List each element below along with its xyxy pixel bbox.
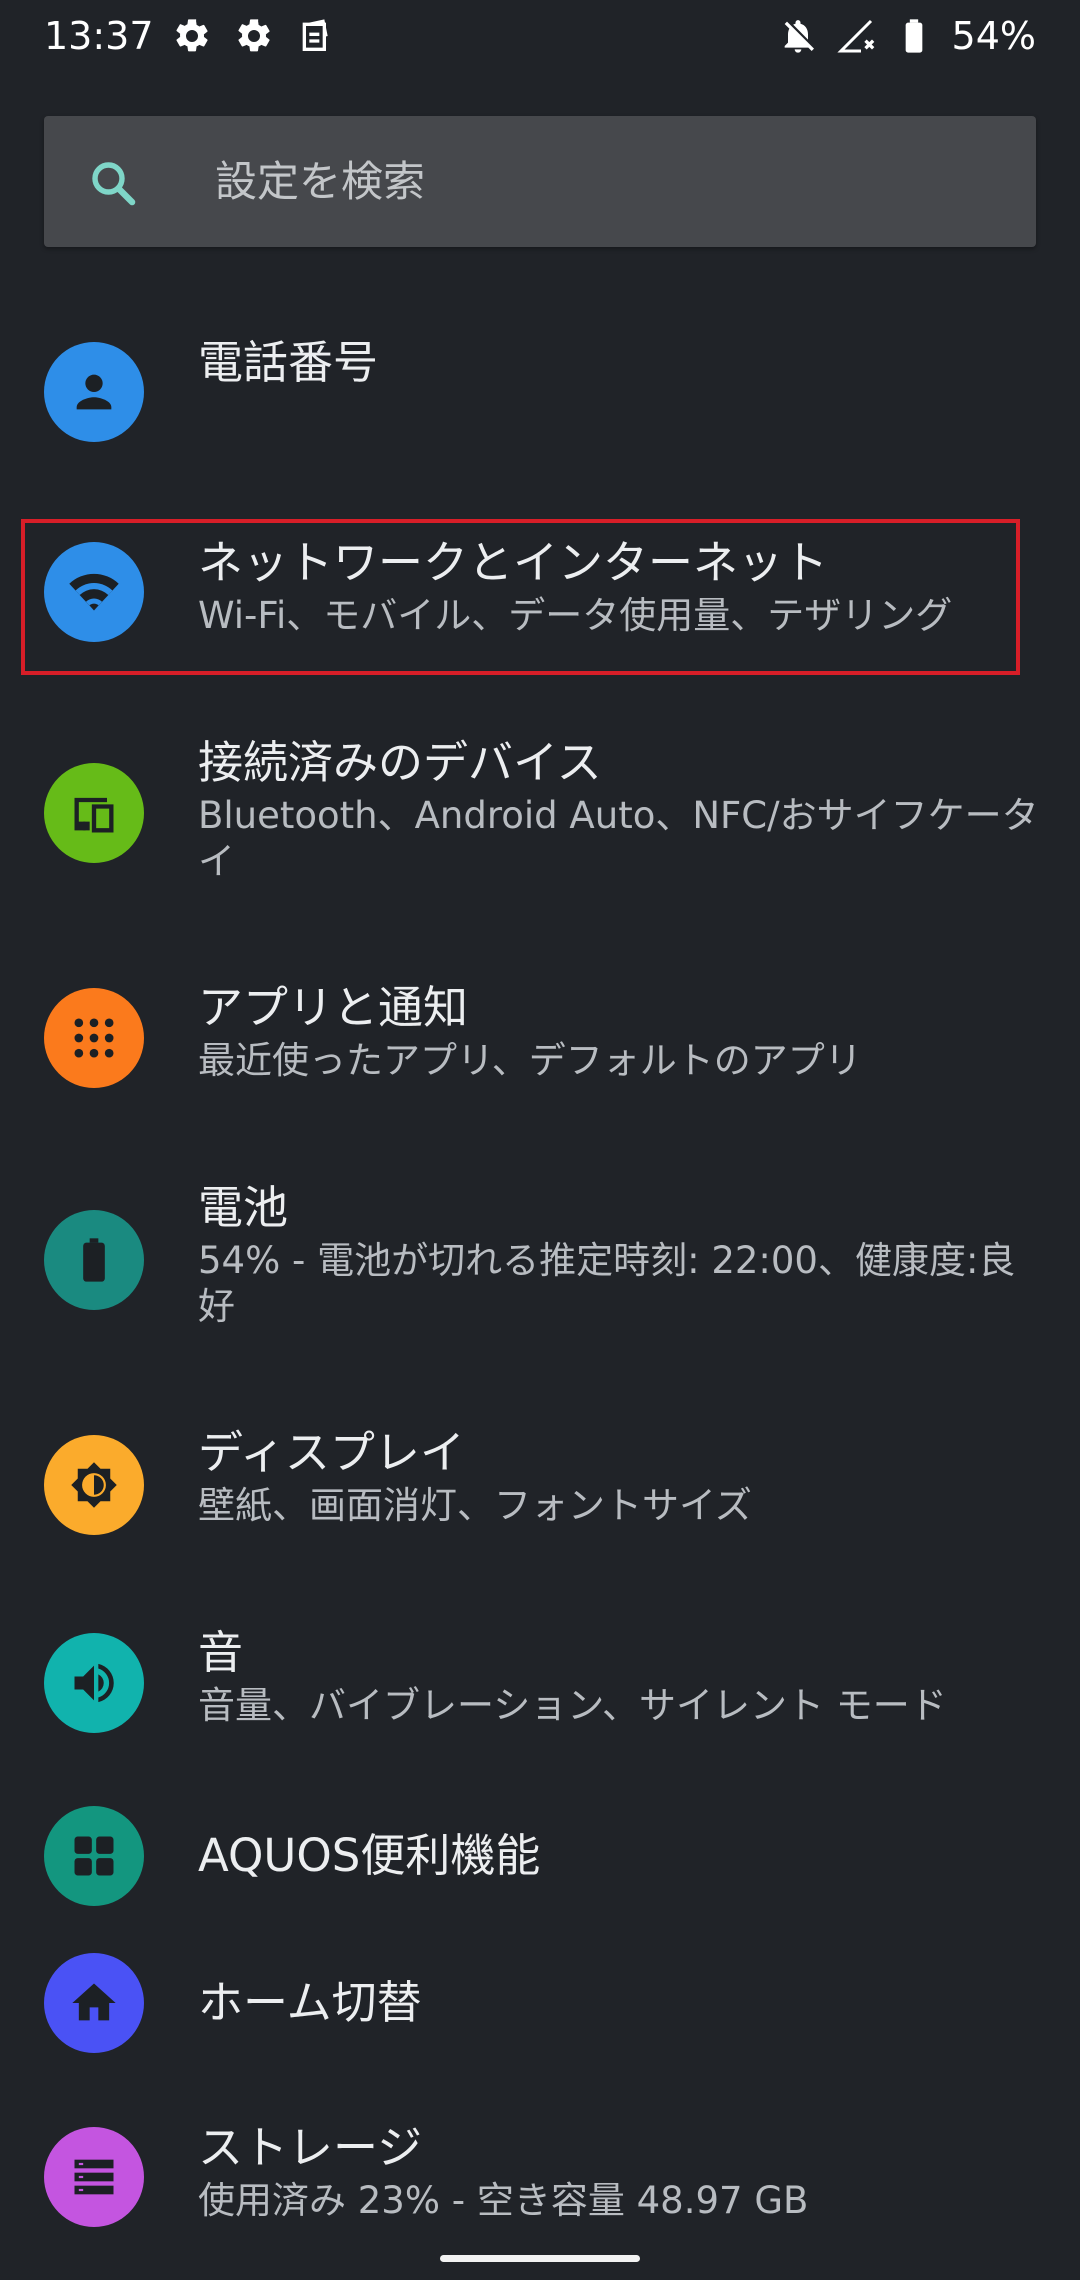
home-icon	[72, 1983, 116, 2021]
settings-item-subtitle: 最近使ったアプリ、デフォルトのアプリ	[198, 1039, 862, 1082]
battery-percent: 54%	[951, 14, 1036, 58]
signal-off-icon	[836, 19, 874, 53]
clipboard-icon	[302, 19, 328, 51]
volume-icon	[74, 1663, 114, 1703]
settings-item-title: AQUOS便利機能	[198, 1829, 541, 1882]
settings-item-battery[interactable]: 電池 54% - 電池が切れる推定時刻: 22:00、健康度:良好	[0, 1180, 1080, 1340]
apps-icon-circle	[44, 988, 144, 1088]
settings-item-title: 電池	[198, 1181, 289, 1234]
battery-icon	[83, 1238, 105, 1282]
connected-devices-icon-circle	[44, 763, 144, 863]
settings-item-subtitle: Bluetooth、Android Auto、NFC/おサイフケータイ	[198, 794, 1039, 883]
battery-icon	[905, 19, 922, 53]
settings-item-home-switch[interactable]: ホーム切替	[0, 1950, 1080, 2070]
settings-item-subtitle: 54% - 電池が切れる推定時刻: 22:00、健康度:良好	[198, 1239, 1016, 1328]
storage-icon-circle	[44, 2127, 144, 2227]
highlight-box	[21, 519, 1020, 675]
settings-item-aquos-features[interactable]: AQUOS便利機能	[0, 1800, 1080, 1920]
devices-icon	[74, 797, 114, 833]
apps-grid-icon	[74, 1018, 114, 1058]
settings-item-storage[interactable]: ストレージ 使用済み 23% - 空き容量 48.97 GB	[0, 2120, 1080, 2250]
battery-icon-circle	[44, 1210, 144, 1310]
status-bar: 13:37 54%	[0, 0, 1080, 72]
person-icon	[76, 374, 112, 410]
settings-item-apps-notifications[interactable]: アプリと通知 最近使ったアプリ、デフォルトのアプリ	[0, 980, 1080, 1110]
tiles-icon	[74, 1836, 114, 1876]
settings-item-subtitle: 壁紙、画面消灯、フォントサイズ	[198, 1484, 752, 1527]
settings-item-phone-number[interactable]: 電話番号	[0, 330, 1080, 490]
bell-off-icon	[784, 20, 814, 53]
status-notification-icons	[172, 16, 336, 56]
home-icon-circle	[44, 1953, 144, 2053]
gear-icon	[176, 19, 208, 52]
settings-item-title: 電話番号	[198, 336, 379, 389]
settings-item-subtitle: 音量、バイブレーション、サイレント モード	[198, 1684, 947, 1727]
status-system-icons: 54%	[778, 12, 1036, 60]
settings-item-sound[interactable]: 音 音量、バイブレーション、サイレント モード	[0, 1625, 1080, 1755]
brightness-icon	[71, 1462, 117, 1508]
phone-number-icon-circle	[44, 342, 144, 442]
settings-item-title: 接続済みのデバイス	[198, 736, 602, 789]
settings-item-title: ストレージ	[198, 2121, 423, 2174]
search-bar[interactable]	[44, 116, 1036, 247]
settings-item-title: ホーム切替	[198, 1976, 422, 2029]
status-time: 13:37	[44, 14, 154, 58]
display-icon-circle	[44, 1435, 144, 1535]
settings-item-connected-devices[interactable]: 接続済みのデバイス Bluetooth、Android Auto、NFC/おサイ…	[0, 735, 1080, 895]
search-placeholder[interactable]: 設定を検索	[215, 150, 425, 214]
gear-icon	[238, 19, 270, 52]
storage-icon	[74, 2159, 114, 2195]
settings-item-title: アプリと通知	[198, 981, 469, 1034]
settings-item-title: 音	[198, 1626, 244, 1679]
settings-item-title: ディスプレイ	[198, 1426, 465, 1479]
sound-icon-circle	[44, 1633, 144, 1733]
settings-item-display[interactable]: ディスプレイ 壁紙、画面消灯、フォントサイズ	[0, 1425, 1080, 1555]
aquos-icon-circle	[44, 1806, 144, 1906]
search-icon[interactable]	[86, 156, 140, 210]
gesture-nav-handle[interactable]	[440, 2255, 640, 2262]
settings-item-subtitle: 使用済み 23% - 空き容量 48.97 GB	[198, 2179, 809, 2222]
